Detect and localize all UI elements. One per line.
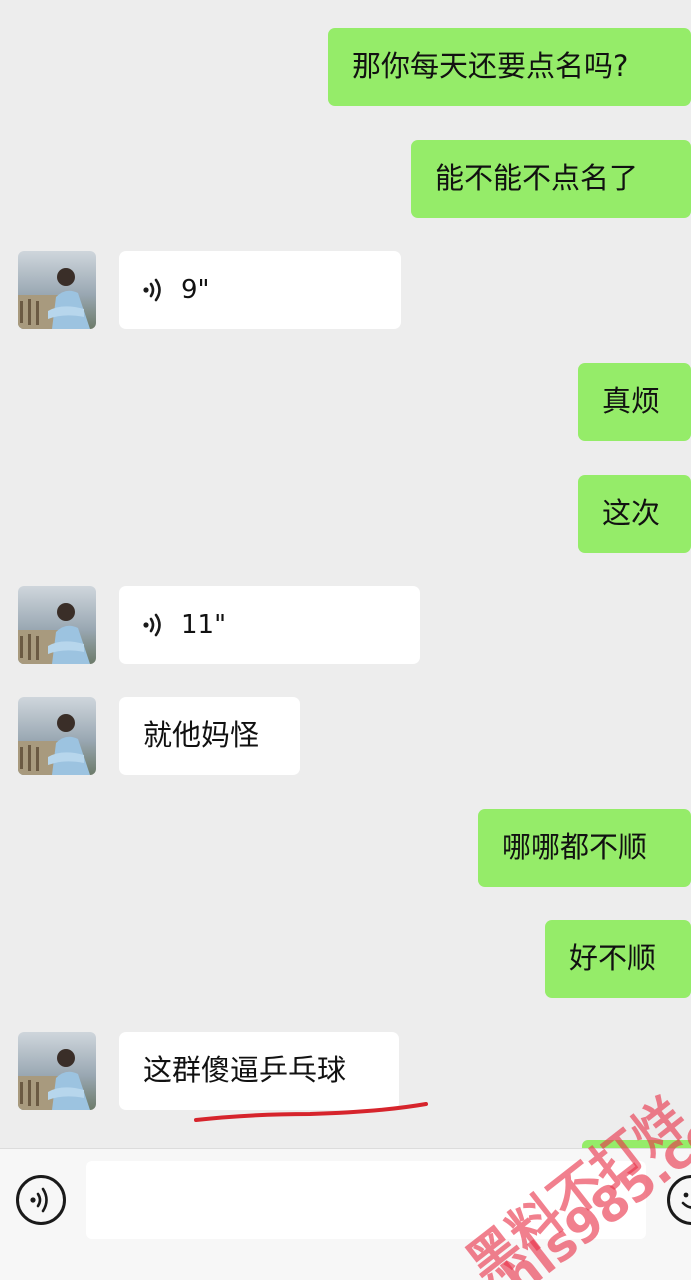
message-text: 就他妈怪	[143, 718, 260, 752]
received-message-bubble[interactable]: 就他妈怪	[119, 697, 300, 775]
sent-message-bubble[interactable]: 好不顺	[545, 920, 691, 998]
sent-message-bubble[interactable]: 真烦	[578, 363, 691, 441]
chat-screen: 那你每天还要点名吗? 能不能不点名了 9" 真烦 这次 11" 就他妈怪 哪哪都…	[0, 0, 691, 1280]
message-text: 好不顺	[569, 941, 657, 975]
voice-mode-icon	[30, 1187, 48, 1213]
avatar-photo	[18, 586, 96, 664]
contact-avatar[interactable]	[18, 251, 96, 329]
emoji-button[interactable]	[667, 1175, 691, 1225]
message-input[interactable]	[86, 1161, 646, 1239]
voice-wave-icon	[143, 613, 161, 637]
partial-sent-bubble	[582, 1140, 691, 1148]
emoji-icon	[681, 1192, 691, 1209]
message-text: 真烦	[602, 384, 661, 418]
contact-avatar[interactable]	[18, 586, 96, 664]
message-text: 这次	[602, 496, 661, 530]
contact-avatar[interactable]	[18, 1032, 96, 1110]
message-text: 这群傻逼乒乓球	[143, 1053, 347, 1087]
voice-mode-button[interactable]	[16, 1175, 66, 1225]
chat-input-bar	[0, 1148, 691, 1280]
sent-message-bubble[interactable]: 这次	[578, 475, 691, 553]
red-underline-annotation	[194, 1102, 428, 1122]
avatar-photo	[18, 1032, 96, 1110]
voice-duration: 9"	[181, 275, 210, 305]
voice-duration: 11"	[181, 610, 227, 640]
contact-avatar[interactable]	[18, 697, 96, 775]
voice-wave-icon	[143, 278, 161, 302]
sent-message-bubble[interactable]: 那你每天还要点名吗?	[328, 28, 691, 106]
avatar-photo	[18, 697, 96, 775]
voice-message-bubble[interactable]: 9"	[119, 251, 401, 329]
sent-message-bubble[interactable]: 能不能不点名了	[411, 140, 691, 218]
message-text: 那你每天还要点名吗?	[352, 49, 629, 83]
message-text: 哪哪都不顺	[502, 830, 648, 864]
sent-message-bubble[interactable]: 哪哪都不顺	[478, 809, 691, 887]
message-text: 能不能不点名了	[435, 161, 639, 195]
voice-message-bubble[interactable]: 11"	[119, 586, 420, 664]
avatar-photo	[18, 251, 96, 329]
